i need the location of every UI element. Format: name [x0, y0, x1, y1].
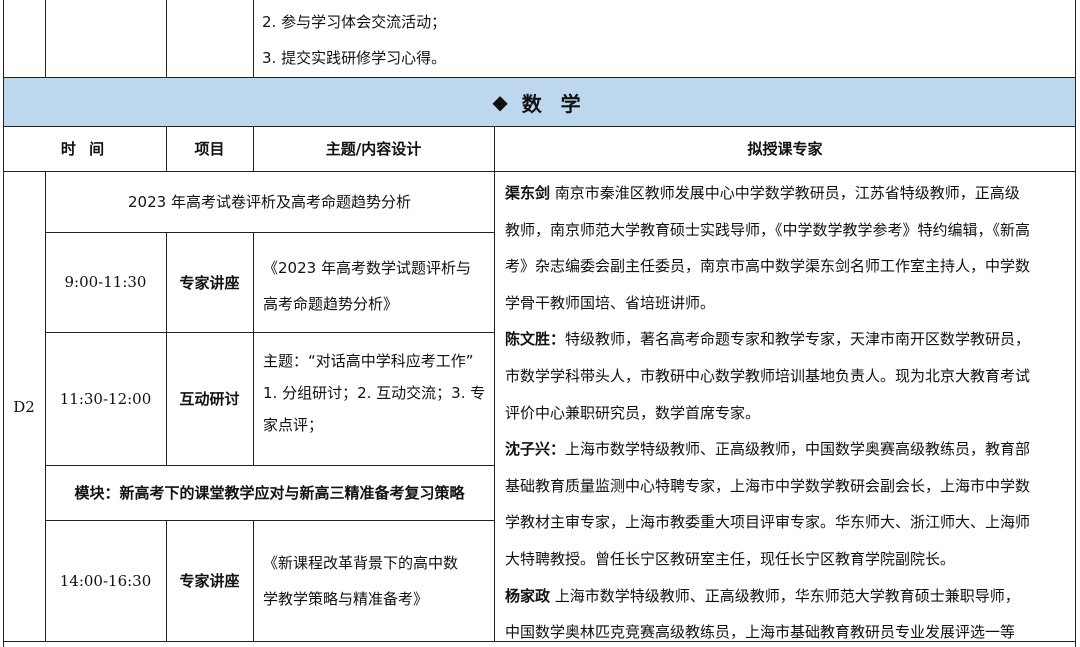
expert-name: 渠东剑: [505, 184, 551, 202]
expert-bio-line: 教师，南京师范大学教育硕士实践导师，《中学数学教学参考》特约编辑，《新高: [505, 220, 1031, 239]
session-topic: 《2023 年高考数学试题评析与 高考命题趋势分析》: [253, 250, 494, 322]
expert-bio-line: 南京市秦淮区教师发展中心中学数学教研员，江苏省特级教师，正高级: [554, 184, 1020, 202]
header-time: 时 间: [60, 140, 109, 158]
previous-item-3: 3. 提交实践研修学习心得。: [262, 49, 447, 67]
session-project: 专家讲座: [179, 273, 240, 292]
previous-item-2: 2. 参与学习体会交流活动；: [262, 13, 447, 31]
module-banner: 模块：新高考下的课堂教学应对与新高三精准备考复习策略: [74, 484, 465, 502]
topic-line: 《新课程改革背景下的高中数: [263, 554, 459, 572]
diamond-bullet-icon: ◆: [492, 90, 508, 114]
topic-line: 学教学策略与精准备考》: [263, 590, 429, 608]
topic-line: 1. 分组研讨；2. 互动交流；3. 专: [263, 384, 486, 402]
experts-list: 渠东剑 南京市秦淮区教师发展中心中学数学教研员，江苏省特级教师，正高级 教师，南…: [505, 175, 1073, 647]
session-topic: 主题：“对话高中学科应考工作” 1. 分组研讨；2. 互动交流；3. 专 家点评…: [253, 345, 494, 441]
session-time: 9:00-11:30: [64, 273, 147, 291]
section-title: ◆ 数 学: [3, 78, 1076, 126]
topic-line: 高考命题趋势分析》: [263, 295, 399, 313]
table-border: [494, 126, 495, 642]
expert-bio-line: 评价中心兼职研究员，数学首席专家。: [505, 403, 761, 422]
header-experts: 拟授课专家: [747, 140, 823, 158]
expert-bio-line: 市数学学科带头人，市教研中心数学教师培训基地负责人。现为北京大教育考试: [505, 366, 1031, 385]
expert-name: 杨家政: [505, 586, 551, 605]
section-title-text: 数 学: [521, 91, 587, 116]
header-project: 项目: [194, 140, 225, 158]
expert-bio-line: 学教材主审专家，上海市教委重大项目评审专家。华东师大、浙江师大、上海师: [505, 513, 1031, 532]
expert-entry: 杨家政 上海市数学特级教师、正高级教师，华东师范大学教育硕士兼职导师，: [505, 578, 1073, 615]
table-border: [253, 0, 254, 77]
expert-entry: 渠东剑 南京市秦淮区教师发展中心中学数学教研员，江苏省特级教师，正高级: [505, 175, 1073, 212]
expert-entry: 陈文胜：特级教师，著名高考命题专家和教学专家，天津市南开区数学教研员，: [505, 321, 1073, 358]
expert-bio-line: 上海市数学特级教师、正高级教师，华东师范大学教育硕士兼职导师，: [554, 586, 1020, 605]
expert-name: 沈子兴：: [505, 440, 566, 459]
day-label: D2: [13, 397, 35, 416]
topic-line: 家点评；: [263, 416, 324, 434]
expert-bio-line: 特级教师，著名高考命题专家和教学专家，天津市南开区数学教研员，: [565, 330, 1031, 349]
expert-bio-line: 大特聘教授。曾任长宁区教研室主任，现任长宁区教育学院副院长。: [505, 549, 956, 568]
session-time: 11:30-12:00: [59, 389, 152, 408]
table-border: [45, 0, 46, 77]
expert-bio-line: 学骨干教师国培、省培班讲师。: [505, 293, 716, 312]
expert-bio-line: 基础教育质量监测中心特聘专家，上海市中学数学教研会副会长，上海市中学数: [505, 476, 1031, 495]
expert-bio-line: 考》杂志编委会副主任委员，南京市高中数学渠东剑名师工作室主持人，中学数: [505, 257, 1031, 276]
expert-entry: 沈子兴：上海市数学特级教师、正高级教师，中国数学奥赛高级教练员，教育部: [505, 431, 1073, 468]
topic-line: 主题：“对话高中学科应考工作”: [263, 352, 474, 370]
topic-line: 《2023 年高考数学试题评析与: [263, 259, 471, 277]
session-time: 14:00-16:30: [59, 571, 152, 590]
session-project: 互动研讨: [179, 390, 240, 408]
expert-bio-line: 上海市数学特级教师、正高级教师，中国数学奥赛高级教练员，教育部: [565, 440, 1031, 459]
session-banner: 2023 年高考试卷评析及高考命题趋势分析: [128, 193, 411, 211]
expert-name: 陈文胜：: [505, 330, 566, 349]
session-project: 专家讲座: [179, 572, 240, 590]
session-topic: 《新课程改革背景下的高中数 学教学策略与精准备考》: [253, 545, 494, 617]
expert-bio-line: 中国数学奥林匹克竞赛高级教练员，上海市基础教育教研员专业发展评选一等: [505, 623, 1016, 642]
header-topic: 主题/内容设计: [325, 140, 422, 158]
table-border: [166, 0, 167, 77]
